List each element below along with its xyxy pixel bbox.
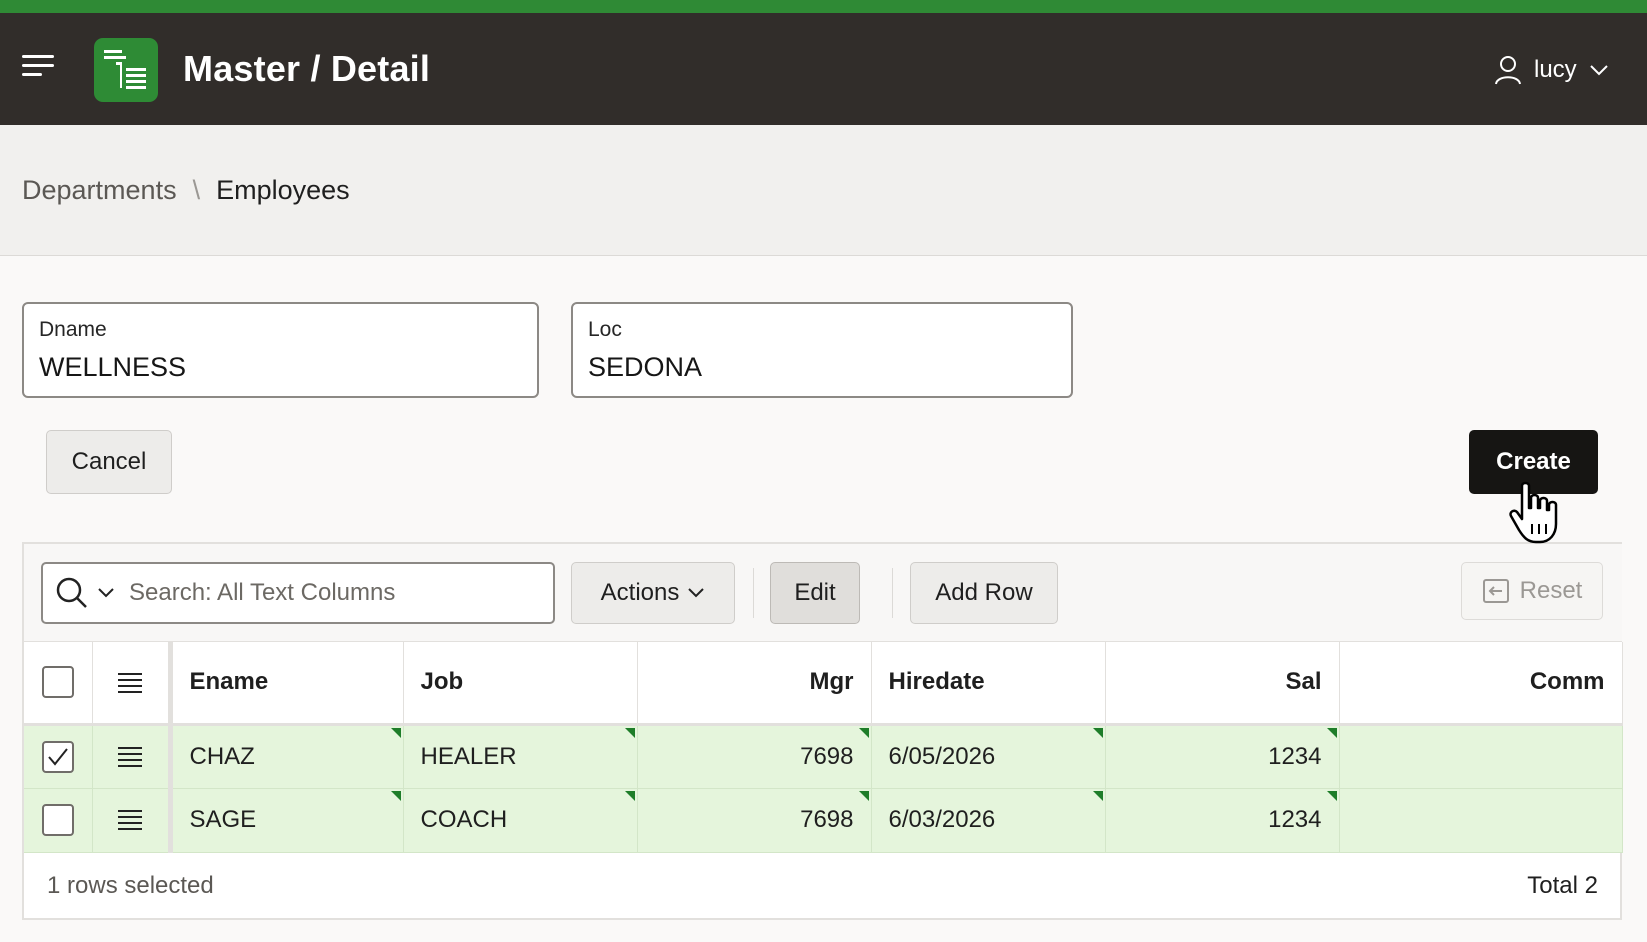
chevron-down-icon[interactable] — [97, 587, 115, 599]
search-placeholder: Search: All Text Columns — [129, 579, 396, 606]
actions-label: Actions — [600, 579, 680, 606]
column-header-sal[interactable]: Sal — [1105, 642, 1340, 726]
interactive-grid: Search: All Text Columns Actions Edit Ad… — [22, 542, 1623, 920]
breadcrumb-separator: \ — [192, 175, 201, 205]
dname-field[interactable]: Dname WELLNESS — [22, 302, 539, 398]
grid-toolbar: Search: All Text Columns Actions Edit Ad… — [24, 544, 1622, 642]
select-all-cell — [24, 642, 93, 726]
cell-job[interactable]: COACH — [403, 788, 638, 853]
app-title[interactable]: Master / Detail — [183, 48, 430, 90]
reset-button[interactable]: Reset — [1461, 562, 1603, 620]
header-menu-cell — [92, 642, 173, 726]
actions-button[interactable]: Actions — [571, 562, 735, 624]
cell-mgr[interactable]: 7698 — [637, 788, 872, 853]
row-menu-cell — [92, 724, 173, 789]
loc-value[interactable]: SEDONA — [588, 352, 1056, 383]
user-icon — [1495, 56, 1521, 85]
cell-hiredate[interactable]: 6/05/2026 — [871, 724, 1106, 789]
selection-count: 1 rows selected — [47, 872, 214, 899]
row-select-cell — [24, 788, 93, 853]
breadcrumb: Departments \ Employees — [22, 175, 350, 206]
row-checkbox[interactable] — [41, 740, 74, 773]
cell-sal[interactable]: 1234 — [1105, 724, 1340, 789]
dname-label: Dname — [39, 318, 107, 341]
row-menu-icon[interactable] — [118, 806, 142, 834]
cell-ename[interactable]: CHAZ — [170, 724, 404, 789]
cell-comm[interactable] — [1339, 724, 1623, 789]
chevron-down-icon — [1589, 65, 1608, 76]
column-header-mgr[interactable]: Mgr — [637, 642, 872, 726]
table-row[interactable]: SAGE COACH 7698 6/03/2026 1234 — [24, 788, 1623, 853]
checkmark-icon — [47, 747, 68, 766]
cancel-button[interactable]: Cancel — [46, 430, 172, 494]
user-name: lucy — [1534, 56, 1577, 83]
column-header-ename[interactable]: Ename — [170, 642, 404, 726]
reset-label: Reset — [1519, 577, 1583, 604]
search-input[interactable]: Search: All Text Columns — [41, 562, 555, 624]
edit-button[interactable]: Edit — [770, 562, 860, 624]
column-header-hiredate[interactable]: Hiredate — [871, 642, 1106, 726]
create-button[interactable]: Create — [1469, 430, 1598, 494]
row-menu-cell — [92, 788, 173, 853]
row-menu-icon[interactable] — [118, 669, 142, 697]
breadcrumb-departments[interactable]: Departments — [22, 175, 177, 206]
cell-comm[interactable] — [1339, 788, 1623, 853]
column-header-job[interactable]: Job — [403, 642, 638, 726]
breadcrumb-current: Employees — [216, 175, 350, 205]
row-menu-icon[interactable] — [118, 743, 142, 771]
dname-value[interactable]: WELLNESS — [39, 352, 522, 383]
cell-sal[interactable]: 1234 — [1105, 788, 1340, 853]
grid-header-row: Ename Job Mgr Hiredate Sal Comm — [24, 642, 1623, 726]
column-header-comm[interactable]: Comm — [1339, 642, 1623, 726]
select-all-checkbox[interactable] — [41, 666, 74, 699]
row-select-cell — [24, 724, 93, 789]
app-logo-icon[interactable] — [94, 38, 158, 102]
hamburger-icon[interactable] — [22, 55, 54, 83]
loc-label: Loc — [588, 318, 622, 341]
cell-ename[interactable]: SAGE — [170, 788, 404, 853]
table-row[interactable]: CHAZ HEALER 7698 6/05/2026 1234 — [24, 724, 1623, 789]
toolbar-divider — [892, 568, 893, 618]
breadcrumb-region: Departments \ Employees — [0, 125, 1647, 256]
row-checkbox[interactable] — [41, 804, 74, 836]
grid-footer: 1 rows selected Total 2 — [24, 852, 1622, 920]
app-header: Master / Detail lucy — [0, 13, 1647, 125]
total-count: Total 2 — [1527, 872, 1598, 899]
chevron-down-icon — [688, 588, 705, 598]
cell-job[interactable]: HEALER — [403, 724, 638, 789]
brand-stripe — [0, 0, 1647, 13]
toolbar-divider — [753, 568, 754, 618]
grid-table: Ename Job Mgr Hiredate Sal Comm CHAZ HEA… — [24, 642, 1623, 853]
cell-mgr[interactable]: 7698 — [637, 724, 872, 789]
loc-field[interactable]: Loc SEDONA — [571, 302, 1073, 398]
user-menu[interactable]: lucy — [1494, 53, 1609, 87]
search-icon[interactable] — [55, 576, 89, 610]
add-row-button[interactable]: Add Row — [910, 562, 1058, 624]
reset-icon — [1482, 579, 1509, 603]
cell-hiredate[interactable]: 6/03/2026 — [871, 788, 1106, 853]
